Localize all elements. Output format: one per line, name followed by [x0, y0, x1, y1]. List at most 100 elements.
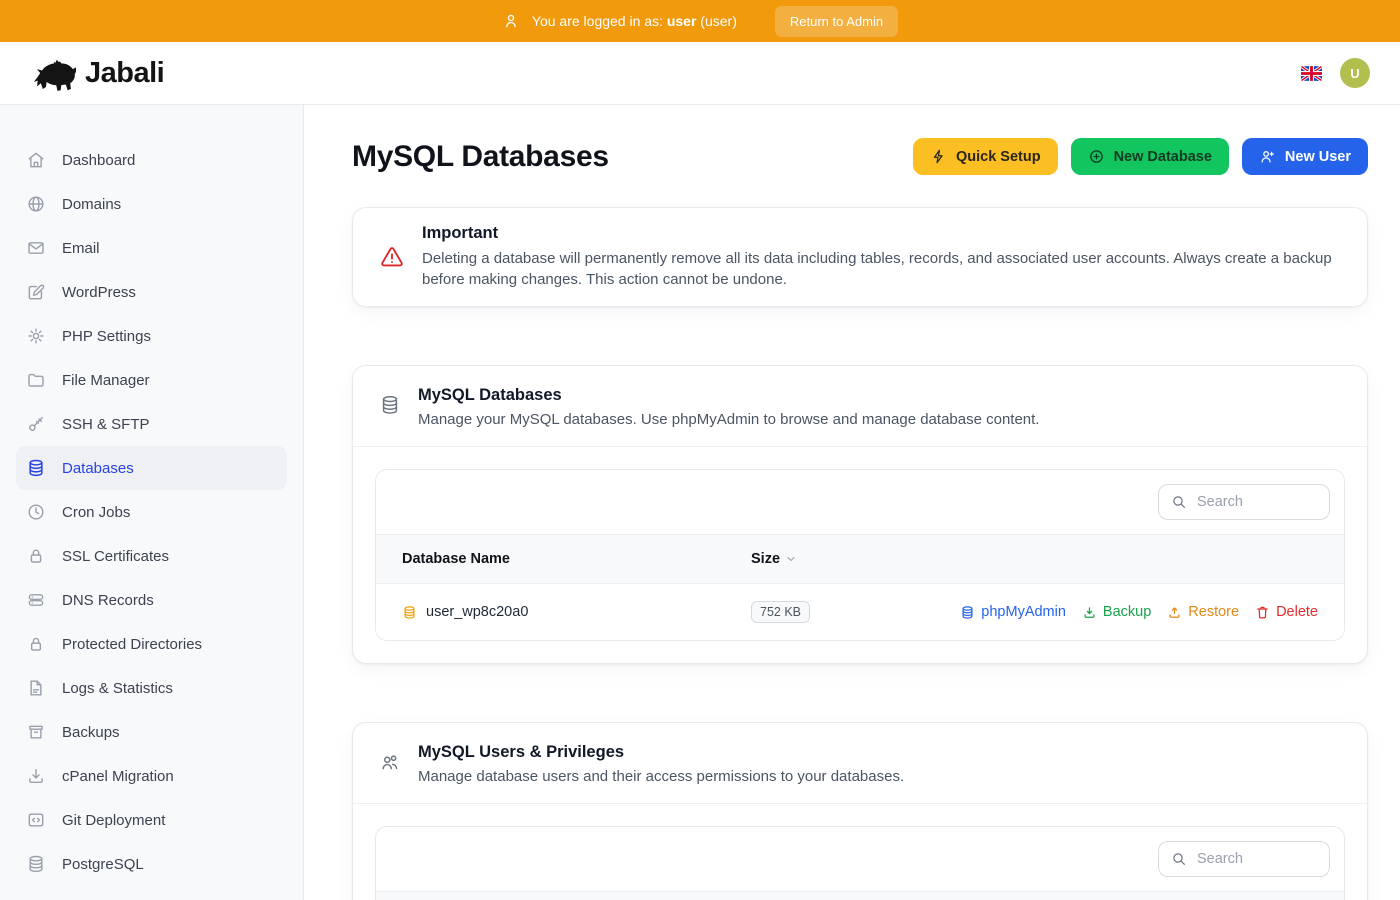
sidebar-item-label: Git Deployment: [62, 812, 165, 829]
new-database-button[interactable]: New Database: [1071, 138, 1229, 175]
warning-icon: [379, 244, 405, 270]
login-username: user: [667, 13, 697, 29]
database-row: user_wp8c20a0 752 KB phpMyAdmin: [376, 584, 1344, 640]
sidebar-item-email[interactable]: Email: [16, 226, 287, 270]
search-icon: [1171, 494, 1187, 510]
important-notice: Important Deleting a database will perma…: [352, 207, 1368, 307]
users-search-input[interactable]: [1195, 850, 1317, 868]
sidebar-item-label: Protected Directories: [62, 636, 202, 653]
sidebar-item-git-deployment[interactable]: Git Deployment: [16, 798, 287, 842]
sidebar-item-backups[interactable]: Backups: [16, 710, 287, 754]
folder-icon: [26, 370, 46, 390]
user-icon: [502, 12, 520, 30]
sidebar-item-label: SSH & SFTP: [62, 416, 150, 433]
gear-icon: [26, 326, 46, 346]
language-flag-icon[interactable]: [1301, 66, 1322, 81]
upload-icon: [1167, 605, 1182, 620]
database-icon: [26, 854, 46, 874]
quick-setup-button[interactable]: Quick Setup: [913, 138, 1058, 175]
delete-link[interactable]: Delete: [1255, 604, 1318, 620]
notice-title: Important: [422, 224, 1341, 243]
column-database-name: Database Name: [376, 551, 751, 567]
sidebar-item-cpanel-migration[interactable]: cPanel Migration: [16, 754, 287, 798]
sidebar-item-label: DNS Records: [62, 592, 154, 609]
database-size-badge: 752 KB: [751, 601, 810, 623]
sidebar: Dashboard Domains Email WordPress PHP Se…: [0, 105, 304, 900]
restore-link[interactable]: Restore: [1167, 604, 1239, 620]
databases-card-title: MySQL Databases: [418, 386, 1039, 405]
sidebar-item-wordpress[interactable]: WordPress: [16, 270, 287, 314]
download-icon: [26, 766, 46, 786]
clock-icon: [26, 502, 46, 522]
sidebar-item-label: Email: [62, 240, 100, 257]
sidebar-item-domains[interactable]: Domains: [16, 182, 287, 226]
download-icon: [1082, 605, 1097, 620]
users-card-title: MySQL Users & Privileges: [418, 743, 904, 762]
plus-circle-icon: [1088, 148, 1105, 165]
users-card-subtitle: Manage database users and their access p…: [418, 768, 904, 785]
server-icon: [26, 590, 46, 610]
sidebar-item-label: WordPress: [62, 284, 136, 301]
document-icon: [26, 678, 46, 698]
databases-card: MySQL Databases Manage your MySQL databa…: [352, 365, 1368, 664]
lock-icon: [26, 634, 46, 654]
users-icon: [379, 751, 401, 773]
sidebar-item-databases[interactable]: Databases: [16, 446, 287, 490]
sidebar-item-php-settings[interactable]: PHP Settings: [16, 314, 287, 358]
sidebar-item-file-manager[interactable]: File Manager: [16, 358, 287, 402]
sidebar-item-label: File Manager: [62, 372, 150, 389]
users-search[interactable]: [1158, 841, 1330, 877]
page-title: MySQL Databases: [352, 140, 609, 174]
lightning-icon: [930, 148, 947, 165]
brand-logo[interactable]: Jabali: [30, 55, 164, 91]
backup-link[interactable]: Backup: [1082, 604, 1151, 620]
login-message: You are logged in as: user (user): [532, 13, 737, 29]
globe-icon: [26, 194, 46, 214]
sidebar-item-ssl-certificates[interactable]: SSL Certificates: [16, 534, 287, 578]
phpmyadmin-link[interactable]: phpMyAdmin: [960, 604, 1066, 620]
sidebar-item-protected-directories[interactable]: Protected Directories: [16, 622, 287, 666]
database-icon: [379, 394, 401, 416]
sidebar-item-label: PHP Settings: [62, 328, 151, 345]
key-icon: [26, 414, 46, 434]
new-user-button[interactable]: New User: [1242, 138, 1368, 175]
sidebar-item-logs-statistics[interactable]: Logs & Statistics: [16, 666, 287, 710]
search-icon: [1171, 851, 1187, 867]
sidebar-item-ssh-sftp[interactable]: SSH & SFTP: [16, 402, 287, 446]
sidebar-item-postgresql[interactable]: PostgreSQL: [16, 842, 287, 886]
avatar[interactable]: U: [1340, 58, 1370, 88]
databases-search[interactable]: [1158, 484, 1330, 520]
edit-icon: [26, 282, 46, 302]
sidebar-item-label: SSL Certificates: [62, 548, 169, 565]
mail-icon: [26, 238, 46, 258]
page-actions: Quick Setup New Database New User: [913, 138, 1368, 175]
sidebar-item-dns-records[interactable]: DNS Records: [16, 578, 287, 622]
app-header: Jabali U: [0, 42, 1400, 105]
chevron-down-icon: [785, 553, 797, 565]
code-icon: [26, 810, 46, 830]
archive-icon: [26, 722, 46, 742]
database-icon: [26, 458, 46, 478]
notice-body: Deleting a database will permanently rem…: [422, 248, 1341, 290]
sidebar-item-dashboard[interactable]: Dashboard: [16, 138, 287, 182]
sidebar-item-label: Dashboard: [62, 152, 135, 169]
sidebar-item-label: Databases: [62, 460, 134, 477]
sidebar-item-cron-jobs[interactable]: Cron Jobs: [16, 490, 287, 534]
sidebar-item-label: cPanel Migration: [62, 768, 174, 785]
database-icon: [402, 605, 417, 620]
column-size-sort[interactable]: Size: [751, 551, 797, 567]
databases-card-subtitle: Manage your MySQL databases. Use phpMyAd…: [418, 411, 1039, 428]
sidebar-item-partial[interactable]: [16, 886, 287, 900]
warthog-logo-icon: [30, 55, 76, 91]
user-plus-icon: [1259, 148, 1276, 165]
databases-search-input[interactable]: [1195, 493, 1317, 511]
sidebar-item-label: Domains: [62, 196, 121, 213]
return-to-admin-button[interactable]: Return to Admin: [775, 6, 898, 37]
home-icon: [26, 150, 46, 170]
sidebar-item-label: PostgreSQL: [62, 856, 144, 873]
brand-name: Jabali: [85, 57, 164, 90]
lock-icon: [26, 546, 46, 566]
database-icon: [960, 605, 975, 620]
sidebar-item-label: Cron Jobs: [62, 504, 130, 521]
sidebar-item-label: Logs & Statistics: [62, 680, 173, 697]
